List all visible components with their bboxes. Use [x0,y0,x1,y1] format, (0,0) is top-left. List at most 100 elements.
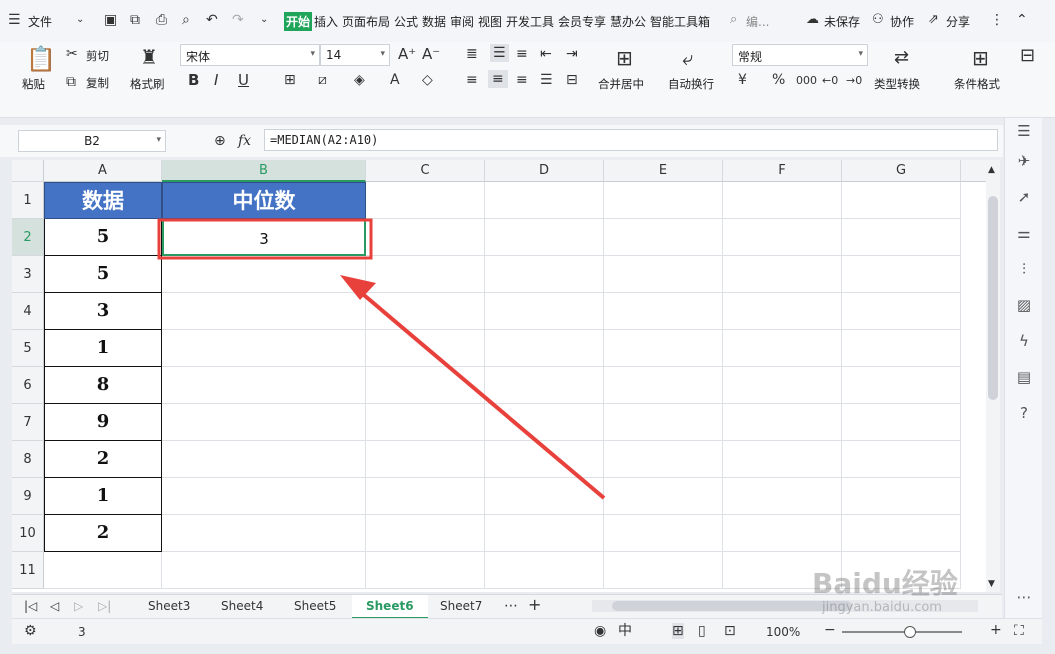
menu-icon[interactable]: ☰ [1014,122,1034,140]
conditional-format-button[interactable]: 条件格式 [954,76,1000,92]
zoom-in-icon[interactable]: + [990,622,1002,638]
search-icon[interactable]: ⌕ [730,12,737,28]
font-size-select[interactable]: 14 ▾ [320,44,390,66]
cell[interactable] [162,515,366,552]
table-style-icon[interactable]: ⊟ [1020,47,1035,65]
cell[interactable] [842,330,961,367]
column-header[interactable]: G [842,160,961,182]
cell[interactable] [485,478,604,515]
cell[interactable] [842,404,961,441]
row-header[interactable]: 2 [12,219,44,256]
unsaved-status[interactable]: 未保存 [824,13,860,30]
row-header[interactable]: 6 [12,367,44,404]
zoom-level[interactable]: 100% [766,624,800,640]
collapse-ribbon-icon[interactable]: ⌃ [1016,12,1028,28]
data-cell[interactable]: 5 [44,256,162,293]
cell[interactable] [162,367,366,404]
help-icon[interactable]: ? [1014,404,1034,422]
save-icon[interactable]: ▣ [104,12,117,28]
cell[interactable] [842,182,961,219]
cell[interactable] [723,330,842,367]
data-cell[interactable]: 3 [44,293,162,330]
zoom-slider[interactable] [842,626,962,638]
format-painter-button[interactable]: 格式刷 [130,76,165,92]
italic-button[interactable]: I [214,72,218,88]
tab-review[interactable]: 审阅 [450,13,474,30]
row-header[interactable]: 11 [12,552,44,589]
rocket-icon[interactable]: ✈ [1014,152,1034,170]
scroll-up-icon[interactable]: ▲ [988,162,995,178]
data-cell[interactable]: 2 [44,441,162,478]
cell[interactable] [723,293,842,330]
hamburger-menu-icon[interactable]: ☰ [8,12,21,28]
cell[interactable] [44,552,162,589]
cell[interactable] [162,404,366,441]
fill-color-icon[interactable]: ◈ [354,72,365,88]
align-top-icon[interactable]: ≣ [466,46,478,62]
clear-format-icon[interactable]: ◇ [422,72,433,88]
zoom-slider-handle[interactable] [904,626,916,638]
cell[interactable] [723,367,842,404]
name-box[interactable]: B2 ▾ [18,130,166,152]
share-button[interactable]: 分享 [946,13,970,30]
align-right-icon[interactable]: ≡ [516,72,528,88]
cell[interactable] [604,515,723,552]
column-header[interactable]: A [44,160,162,182]
print-preview-icon[interactable]: ⌕ [182,12,190,28]
cell[interactable] [485,182,604,219]
book-icon[interactable]: ▤ [1014,368,1034,386]
copy-button[interactable]: 复制 [86,75,109,91]
page-break-view-icon[interactable]: ⊡ [724,623,736,639]
row-header[interactable]: 9 [12,478,44,515]
tab-home[interactable]: 开始 [284,12,313,31]
cell[interactable] [842,367,961,404]
print-icon[interactable]: ⎙ [156,12,167,28]
tab-formulas[interactable]: 公式 [394,13,418,30]
paste-button[interactable]: 粘贴 [22,76,45,92]
cell[interactable] [723,478,842,515]
cell[interactable] [366,256,485,293]
tab-hui-office[interactable]: 慧办公 [610,13,646,30]
data-cell[interactable]: 1 [44,478,162,515]
underline-button[interactable]: U [238,72,249,88]
sheet-tab[interactable]: Sheet3 [148,599,190,613]
data-cell[interactable]: 9 [44,404,162,441]
cell[interactable] [723,219,842,256]
sheet-tab[interactable]: Sheet5 [294,599,336,613]
fullscreen-icon[interactable]: ⛶ [1014,623,1024,639]
select-all-corner[interactable] [12,160,44,182]
cell[interactable] [162,478,366,515]
cut-button[interactable]: 剪切 [86,48,109,64]
row-header[interactable]: 3 [12,256,44,293]
font-name-select[interactable]: 宋体 ▾ [180,44,320,66]
more-options-icon[interactable]: ⋮ [990,12,1004,28]
column-header[interactable]: D [485,160,604,182]
language-icon[interactable]: 中 [618,623,632,639]
sheet-tab[interactable]: Sheet7 [440,599,482,613]
cell[interactable] [366,293,485,330]
row-header[interactable]: 5 [12,330,44,367]
align-center-icon[interactable]: ≡ [488,70,508,88]
format-icon[interactable]: ⫶ [1014,260,1034,278]
data-cell[interactable]: 2 [44,515,162,552]
column-header[interactable]: E [604,160,723,182]
cell[interactable] [842,478,961,515]
cell[interactable] [366,404,485,441]
header-cell-data[interactable]: 数据 [44,182,162,219]
undo-icon[interactable]: ↶ [206,12,218,28]
bold-button[interactable]: B [188,72,199,88]
cell-style-icon[interactable]: ⧄ [318,72,327,88]
tab-member[interactable]: 会员专享 [558,13,606,30]
cell[interactable] [162,256,366,293]
cell[interactable] [485,441,604,478]
cell[interactable] [842,219,961,256]
cell[interactable] [842,293,961,330]
sheet-tab-active[interactable]: Sheet6 [352,595,428,619]
spreadsheet-grid[interactable]: A B C D E F G 1 2 3 4 5 6 7 8 9 10 11 数据 中位数 5 5 3 1 8 9 2 1 2 3 [12,160,998,592]
column-header[interactable]: B [162,160,366,182]
cell[interactable] [485,515,604,552]
header-cell-median[interactable]: 中位数 [162,182,366,219]
collaborate-button[interactable]: 协作 [890,13,914,30]
align-bottom-icon[interactable]: ≡ [516,46,528,62]
data-cell[interactable]: 1 [44,330,162,367]
